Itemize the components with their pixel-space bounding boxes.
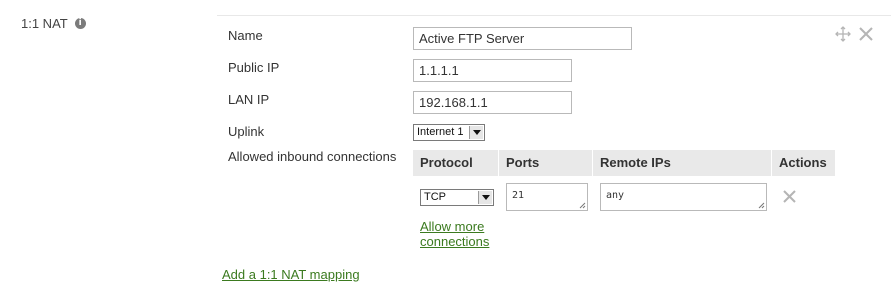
move-icon[interactable] — [835, 26, 851, 42]
remote-ips-value: any — [606, 190, 625, 201]
uplink-selected-value: Internet 1 — [417, 126, 464, 138]
info-icon[interactable]: i — [74, 18, 86, 29]
chevron-down-icon — [469, 126, 483, 139]
chevron-down-icon — [478, 191, 492, 204]
allow-more-connections-link[interactable]: Allow more connections — [420, 219, 489, 249]
actions-header: Actions — [772, 150, 835, 176]
add-nat-mapping-link[interactable]: Add a 1:1 NAT mapping — [222, 267, 360, 282]
ports-value: 21 — [512, 190, 525, 201]
remote-ips-input[interactable]: any — [600, 183, 767, 211]
remove-connection-icon[interactable] — [783, 190, 796, 206]
uplink-select[interactable]: Internet 1 — [413, 124, 485, 141]
public-ip-label: Public IP — [228, 60, 280, 75]
remote-ips-header: Remote IPs — [593, 150, 771, 176]
name-input[interactable] — [413, 27, 632, 50]
uplink-label: Uplink — [228, 124, 265, 139]
name-label: Name — [228, 28, 263, 43]
protocol-select[interactable]: TCP — [420, 189, 494, 206]
ports-input[interactable]: 21 — [506, 183, 588, 211]
resize-grip-icon[interactable] — [579, 202, 586, 209]
section-label: 1:1 NAT i — [21, 16, 86, 31]
resize-grip-icon[interactable] — [758, 202, 765, 209]
lan-ip-input[interactable] — [413, 91, 572, 114]
ports-header: Ports — [499, 150, 592, 176]
lan-ip-label: LAN IP — [228, 92, 270, 107]
allowed-connections-label: Allowed inbound connections — [228, 149, 397, 164]
close-icon[interactable] — [859, 27, 873, 41]
section-title: 1:1 NAT — [21, 16, 68, 31]
card-tools — [835, 26, 873, 42]
public-ip-input[interactable] — [413, 59, 572, 82]
protocol-selected-value: TCP — [424, 191, 446, 203]
nat-mapping-card: Name Public IP LAN IP Uplink Internet 1 … — [217, 15, 891, 249]
protocol-header: Protocol — [413, 150, 498, 176]
